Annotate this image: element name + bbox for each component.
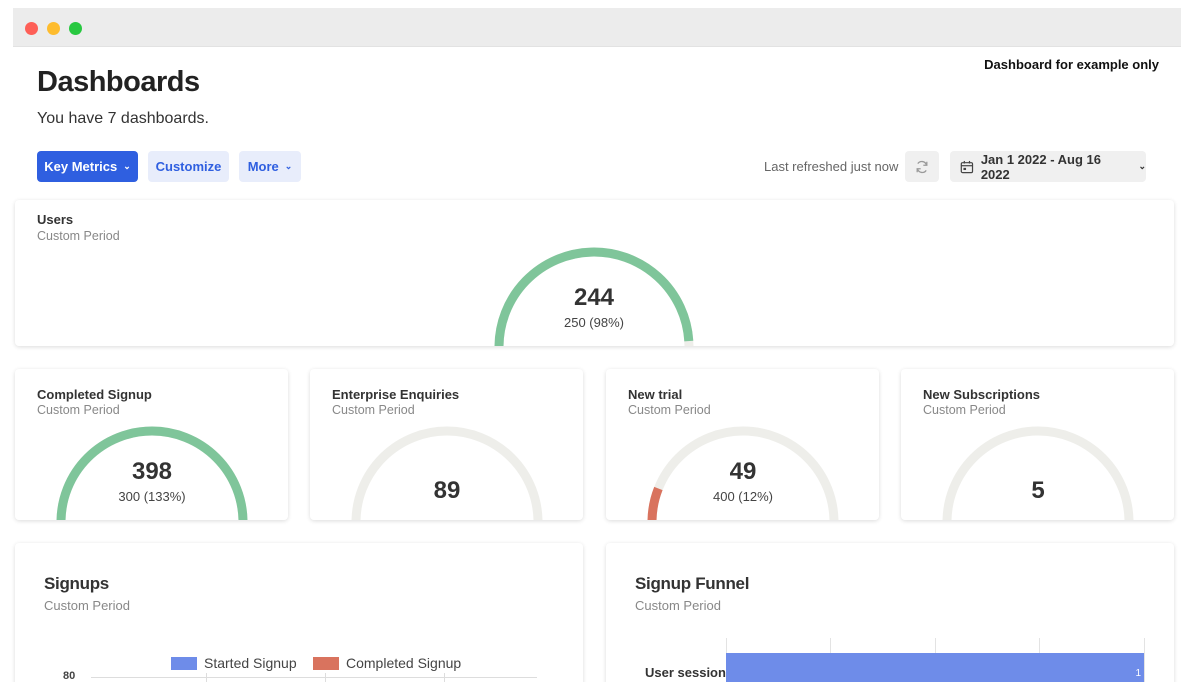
calendar-icon bbox=[960, 160, 974, 173]
y-tick-label: 80 bbox=[63, 670, 76, 682]
metric-card-new-subscriptions[interactable]: New Subscriptions Custom Period 5 bbox=[901, 369, 1174, 520]
refresh-icon bbox=[916, 160, 928, 173]
gauge-value: 398 bbox=[131, 458, 173, 485]
x-gridline bbox=[325, 673, 326, 682]
users-card[interactable]: Users Custom Period 244 250 (98%) bbox=[15, 200, 1174, 346]
metric-card-new-trial[interactable]: New trial Custom Period 49 400 (12%) bbox=[606, 369, 879, 520]
refresh-button[interactable] bbox=[905, 151, 939, 182]
bar-value-label: 1 bbox=[1135, 668, 1141, 679]
x-gridline bbox=[1144, 638, 1145, 682]
window-titlebar bbox=[13, 8, 1181, 47]
card-title: Signups bbox=[44, 574, 109, 593]
card-subtitle: Custom Period bbox=[37, 229, 120, 243]
metric-card-completed-signup[interactable]: Completed Signup Custom Period 398 300 (… bbox=[15, 369, 288, 520]
x-gridline bbox=[444, 673, 445, 682]
date-range-picker[interactable]: Jan 1 2022 - Aug 16 2022 ⌄ bbox=[950, 151, 1146, 182]
card-subtitle: Custom Period bbox=[923, 403, 1006, 417]
card-subtitle: Custom Period bbox=[37, 403, 120, 417]
key-metrics-dropdown[interactable]: Key Metrics ⌄ bbox=[37, 151, 138, 182]
card-title: Completed Signup bbox=[37, 387, 152, 402]
card-subtitle: Custom Period bbox=[44, 598, 130, 613]
gauge-target: 400 (12%) bbox=[713, 489, 773, 504]
gauge-value: 5 bbox=[1031, 477, 1045, 504]
dashboard-count: You have 7 dashboards. bbox=[37, 110, 209, 127]
last-refreshed-text: Last refreshed just now bbox=[764, 159, 899, 174]
card-title: Signup Funnel bbox=[635, 574, 750, 593]
gridline bbox=[91, 677, 537, 678]
chevron-down-icon: ⌄ bbox=[284, 161, 293, 171]
metric-card-enterprise-enquiries[interactable]: Enterprise Enquiries Custom Period 89 bbox=[310, 369, 583, 520]
signup-funnel-card[interactable]: Signup Funnel Custom Period 1 User sessi… bbox=[606, 543, 1174, 682]
date-range-label: Jan 1 2022 - Aug 16 2022 bbox=[980, 151, 1101, 182]
chevron-down-icon: ⌄ bbox=[1138, 161, 1146, 171]
more-dropdown[interactable]: More ⌄ bbox=[239, 151, 301, 182]
example-note: Dashboard for example only bbox=[984, 57, 1159, 72]
gauge-target: 300 (133%) bbox=[118, 489, 186, 504]
users-gauge: 244 250 (98%) bbox=[494, 242, 694, 346]
funnel-row-label: User session bbox=[645, 665, 726, 680]
maximize-window-button[interactable] bbox=[69, 22, 82, 35]
close-window-button[interactable] bbox=[25, 22, 38, 35]
key-metrics-label: Key Metrics bbox=[44, 159, 118, 174]
card-title: Enterprise Enquiries bbox=[332, 387, 460, 402]
customize-button[interactable]: Customize bbox=[148, 151, 229, 182]
gauge-value: 89 bbox=[433, 477, 461, 504]
enterprise-enquiries-gauge: 89 bbox=[351, 422, 543, 520]
card-subtitle: Custom Period bbox=[635, 598, 721, 613]
card-title: New Subscriptions bbox=[923, 387, 1041, 402]
legend-label: Completed Signup bbox=[346, 655, 462, 671]
card-subtitle: Custom Period bbox=[628, 403, 711, 417]
gauge-value: 244 bbox=[573, 284, 615, 311]
new-subscriptions-gauge: 5 bbox=[942, 422, 1134, 520]
card-title: New trial bbox=[628, 387, 683, 402]
gauge-value: 49 bbox=[729, 458, 757, 485]
new-trial-gauge: 49 400 (12%) bbox=[647, 422, 839, 520]
more-label: More bbox=[247, 159, 279, 174]
card-subtitle: Custom Period bbox=[332, 403, 415, 417]
page-title: Dashboards bbox=[37, 66, 200, 98]
legend-swatch bbox=[171, 656, 197, 670]
x-gridline bbox=[206, 673, 207, 682]
gauge-target: 250 (98%) bbox=[564, 315, 624, 330]
completed-signup-gauge: 398 300 (133%) bbox=[56, 422, 248, 520]
legend-swatch bbox=[313, 656, 339, 670]
customize-label: Customize bbox=[155, 159, 222, 174]
funnel-bar-user-session[interactable]: 1 bbox=[726, 653, 1144, 682]
minimize-window-button[interactable] bbox=[47, 22, 60, 35]
legend-item-completed-signup[interactable]: Completed Signup bbox=[313, 655, 461, 671]
legend-label: Started Signup bbox=[204, 655, 297, 671]
legend-item-started-signup[interactable]: Started Signup bbox=[171, 655, 297, 671]
chevron-down-icon: ⌄ bbox=[123, 161, 131, 171]
card-title: Users bbox=[37, 212, 74, 227]
signups-chart-card[interactable]: Signups Custom Period Started Signup Com… bbox=[15, 543, 583, 682]
